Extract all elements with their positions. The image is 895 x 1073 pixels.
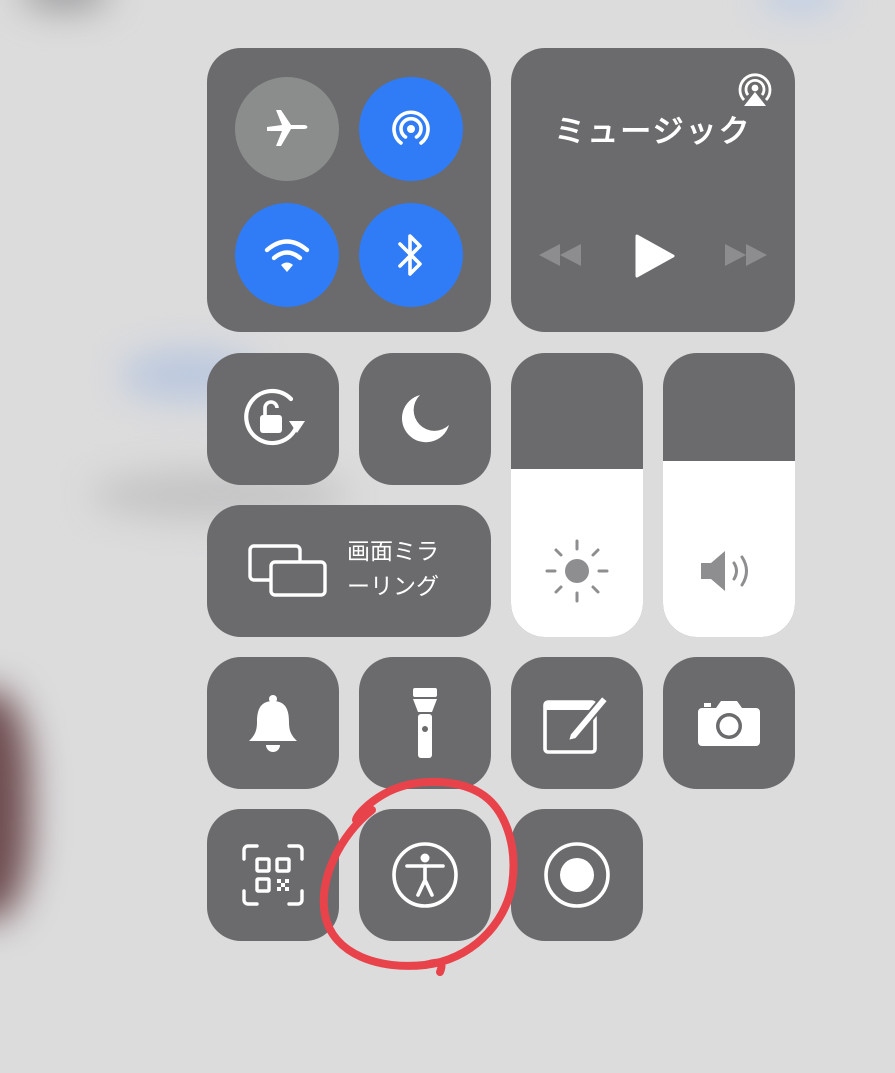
fast-forward-icon bbox=[725, 244, 767, 266]
screen-mirroring-label: 画面ミラ ーリング bbox=[347, 535, 477, 605]
connectivity-module bbox=[207, 48, 491, 332]
brightness-slider[interactable] bbox=[511, 353, 643, 637]
volume-slider[interactable] bbox=[663, 353, 795, 637]
qr-scanner-icon bbox=[242, 844, 304, 906]
flashlight-icon bbox=[413, 688, 437, 758]
accessibility-icon bbox=[392, 842, 458, 908]
silent-mode-button[interactable] bbox=[207, 657, 339, 789]
music-module[interactable]: ミュージック bbox=[511, 48, 795, 332]
sun-icon bbox=[545, 539, 609, 603]
airdrop-button[interactable] bbox=[359, 77, 463, 181]
rewind-icon bbox=[539, 244, 581, 266]
screen-mirroring-label-line2: ーリング bbox=[347, 574, 439, 600]
music-title: ミュージック bbox=[554, 114, 752, 150]
wifi-button[interactable] bbox=[235, 203, 339, 307]
rotation-lock-icon bbox=[244, 388, 305, 446]
moon-icon bbox=[401, 395, 449, 443]
airdrop-icon bbox=[392, 110, 430, 145]
airplane-mode-button[interactable] bbox=[235, 77, 339, 181]
airplane-icon bbox=[267, 110, 308, 146]
bell-icon bbox=[249, 695, 297, 752]
screen-record-button[interactable] bbox=[511, 809, 643, 941]
speaker-icon bbox=[701, 551, 748, 591]
flashlight-button[interactable] bbox=[359, 657, 491, 789]
wifi-icon bbox=[264, 239, 310, 272]
accessibility-button[interactable] bbox=[359, 809, 491, 941]
screen-record-icon bbox=[544, 842, 610, 908]
bluetooth-icon bbox=[398, 234, 422, 276]
play-icon bbox=[635, 234, 675, 278]
qr-scanner-button[interactable] bbox=[207, 809, 339, 941]
do-not-disturb-button[interactable] bbox=[359, 353, 491, 485]
camera-icon bbox=[698, 701, 760, 746]
play-button[interactable] bbox=[633, 233, 677, 279]
airplay-button[interactable] bbox=[735, 70, 775, 108]
camera-button[interactable] bbox=[663, 657, 795, 789]
rotation-lock-button[interactable] bbox=[207, 353, 339, 485]
fast-forward-button[interactable] bbox=[723, 242, 769, 268]
screen-mirroring-label-line1: 画面ミラ bbox=[347, 539, 439, 565]
screen-mirroring-icon bbox=[248, 544, 327, 597]
screen-mirroring-button[interactable]: 画面ミラ ーリング bbox=[207, 505, 491, 637]
notes-icon bbox=[543, 694, 610, 754]
notes-button[interactable] bbox=[511, 657, 643, 789]
rewind-button[interactable] bbox=[537, 242, 583, 268]
airplay-icon bbox=[738, 73, 772, 106]
bluetooth-button[interactable] bbox=[359, 203, 463, 307]
